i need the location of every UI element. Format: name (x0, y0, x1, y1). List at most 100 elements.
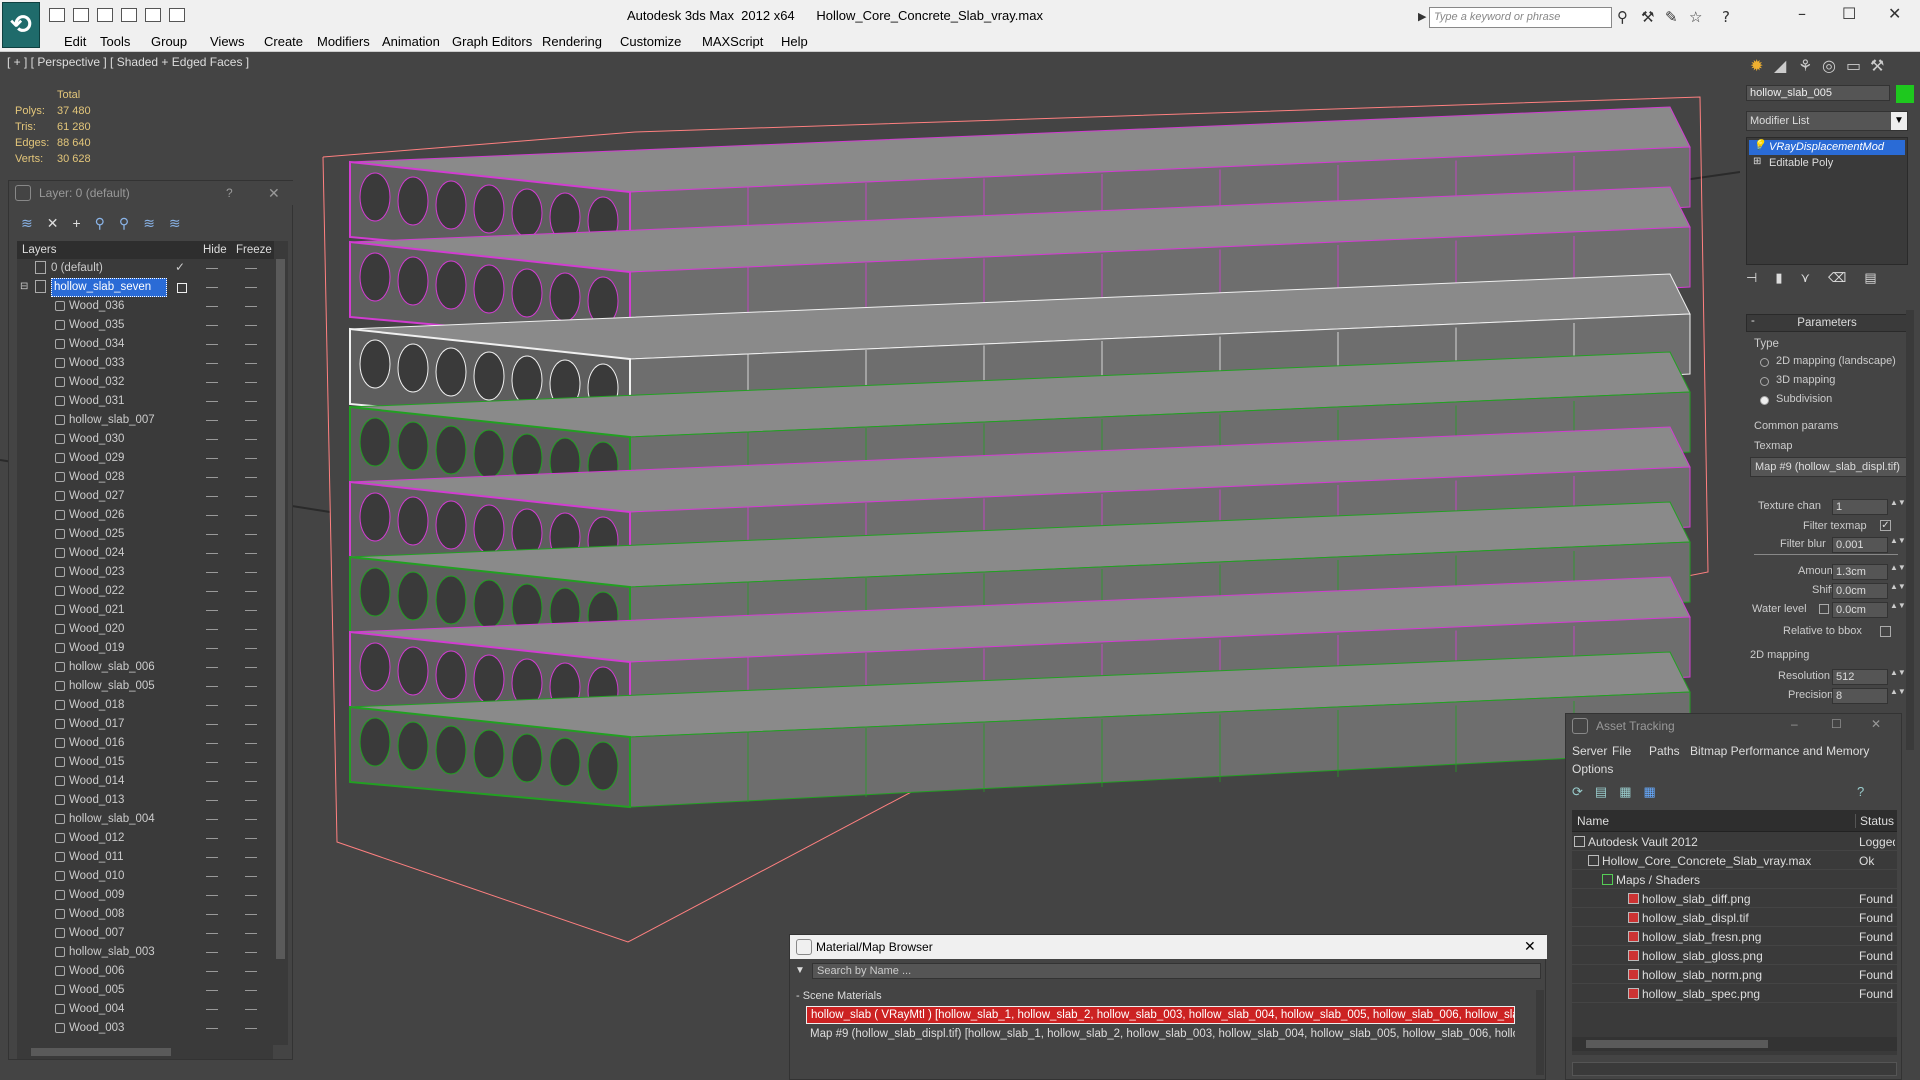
hide-toggle[interactable] (206, 534, 218, 535)
hide-toggle[interactable] (206, 762, 218, 763)
hide-toggle[interactable] (206, 477, 218, 478)
favorites-icon[interactable]: ☆ (1689, 8, 1702, 26)
freeze-toggle[interactable] (245, 496, 257, 497)
layer-scrollbar[interactable] (274, 241, 288, 1045)
freeze-toggle[interactable] (245, 1009, 257, 1010)
hide-toggle[interactable] (206, 382, 218, 383)
freeze-toggle[interactable] (245, 610, 257, 611)
menu-graph-editors[interactable]: Graph Editors (452, 34, 532, 49)
layer-row[interactable]: ⊟ hollow_slab_seven (17, 278, 281, 297)
hide-toggle[interactable] (206, 838, 218, 839)
binoculars-icon[interactable]: ⚲ (1617, 8, 1628, 26)
display-tab-icon[interactable]: ▭ (1846, 56, 1861, 75)
freeze-toggle[interactable] (245, 705, 257, 706)
freeze-toggle[interactable] (245, 1028, 257, 1029)
hide-toggle[interactable] (206, 990, 218, 991)
layer-row[interactable]: Wood_005 (17, 981, 281, 1000)
layer-row[interactable]: Wood_024 (17, 544, 281, 563)
freeze-toggle[interactable] (245, 914, 257, 915)
hide-toggle[interactable] (206, 629, 218, 630)
hide-toggle[interactable] (206, 553, 218, 554)
layer-row[interactable]: Wood_015 (17, 753, 281, 772)
asset-row[interactable]: hollow_slab_fresn.png Found (1572, 927, 1897, 946)
hide-toggle[interactable] (206, 572, 218, 573)
layer-row[interactable]: Wood_011 (17, 848, 281, 867)
col-status[interactable]: Status (1855, 814, 1894, 828)
hide-toggle[interactable] (206, 344, 218, 345)
hide-toggle[interactable] (206, 496, 218, 497)
layer-row[interactable]: Wood_029 (17, 449, 281, 468)
hide-toggle[interactable] (206, 401, 218, 402)
modify-tab-icon[interactable]: ◢ (1774, 56, 1786, 75)
hide-toggle[interactable] (206, 705, 218, 706)
freeze-toggle[interactable] (245, 781, 257, 782)
layer-row[interactable]: Wood_009 (17, 886, 281, 905)
freeze-toggle[interactable] (245, 895, 257, 896)
asset-row[interactable]: hollow_slab_gloss.png Found (1572, 946, 1897, 965)
hscrollbar-thumb[interactable] (31, 1048, 171, 1056)
freeze-toggle[interactable] (245, 591, 257, 592)
layer-row[interactable]: Wood_026 (17, 506, 281, 525)
configure-sets-icon[interactable]: ▤ (1864, 270, 1894, 285)
asset-menu-bitmap-performance-and-memory[interactable]: Bitmap Performance and Memory (1690, 744, 1869, 758)
menu-edit[interactable]: Edit (64, 34, 86, 49)
subscription-icon[interactable]: ⚒ (1641, 8, 1654, 26)
layer-row[interactable]: Wood_019 (17, 639, 281, 658)
object-name-input[interactable]: hollow_slab_005 (1746, 85, 1890, 101)
filter-texmap-checkbox[interactable]: ✓ (1880, 520, 1891, 531)
water-level-checkbox[interactable] (1819, 604, 1829, 614)
layer-row[interactable]: Wood_020 (17, 620, 281, 639)
freeze-toggle[interactable] (245, 401, 257, 402)
close-button[interactable]: ✕ (268, 185, 280, 202)
freeze-all-icon[interactable]: ≋ (169, 215, 195, 231)
asset-menu-options[interactable]: Options (1572, 762, 1613, 776)
select-in-layer-icon[interactable]: ⚲ (95, 215, 119, 231)
hide-toggle[interactable] (206, 306, 218, 307)
layer-row[interactable]: hollow_slab_004 (17, 810, 281, 829)
save-icon[interactable] (73, 8, 89, 22)
freeze-toggle[interactable] (245, 838, 257, 839)
hold-icon[interactable] (145, 8, 161, 22)
freeze-toggle[interactable] (245, 515, 257, 516)
select-layer-icon[interactable]: ⚲ (119, 215, 143, 231)
freeze-toggle[interactable] (245, 325, 257, 326)
layer-row[interactable]: Wood_031 (17, 392, 281, 411)
hide-toggle[interactable] (206, 914, 218, 915)
asset-hscrollbar[interactable] (1572, 1037, 1897, 1051)
stack-item[interactable]: ⊞ Editable Poly (1749, 156, 1905, 171)
freeze-toggle[interactable] (245, 420, 257, 421)
motion-tab-icon[interactable]: ◎ (1822, 56, 1836, 75)
asset-row[interactable]: Autodesk Vault 2012 Logged ( (1572, 832, 1897, 851)
freeze-toggle[interactable] (245, 534, 257, 535)
hide-toggle[interactable] (206, 325, 218, 326)
spinner-arrows-icon[interactable]: ▲▼ (1890, 537, 1906, 545)
layer-row[interactable]: Wood_023 (17, 563, 281, 582)
radio-1[interactable] (1760, 377, 1769, 386)
col-hide[interactable]: Hide (203, 244, 227, 256)
asset-row[interactable]: Maps / Shaders (1572, 870, 1897, 889)
layer-row[interactable]: Wood_016 (17, 734, 281, 753)
hide-toggle[interactable] (206, 648, 218, 649)
material-search-input[interactable]: Search by Name ... (812, 963, 1541, 979)
create-tab-icon[interactable]: ✹ (1750, 56, 1763, 75)
layer-row[interactable]: Wood_014 (17, 772, 281, 791)
layer-row[interactable]: Wood_010 (17, 867, 281, 886)
layer-row[interactable]: Wood_006 (17, 962, 281, 981)
hide-toggle[interactable] (206, 515, 218, 516)
hide-toggle[interactable] (206, 363, 218, 364)
hide-toggle[interactable] (206, 591, 218, 592)
app-logo[interactable]: ⟲ (2, 2, 40, 48)
texmap-button[interactable]: Map #9 (hollow_slab_displ.tif) (1750, 457, 1908, 477)
freeze-toggle[interactable] (245, 458, 257, 459)
hierarchy-tab-icon[interactable]: ⚘ (1798, 56, 1812, 75)
freeze-toggle[interactable] (245, 439, 257, 440)
material-item[interactable]: Map #9 (hollow_slab_displ.tif) [hollow_s… (810, 1026, 1515, 1044)
search-expand-icon[interactable]: ▶ (1418, 10, 1426, 23)
expand-icon[interactable]: ⊟ (17, 278, 33, 297)
menu-rendering[interactable]: Rendering (542, 34, 602, 49)
hide-toggle[interactable] (206, 287, 218, 288)
layer-row[interactable]: Wood_017 (17, 715, 281, 734)
asset-row[interactable]: hollow_slab_spec.png Found (1572, 984, 1897, 1003)
precision-spinner[interactable]: 8 (1832, 688, 1888, 704)
spinner-arrows-icon[interactable]: ▲▼ (1890, 583, 1906, 591)
